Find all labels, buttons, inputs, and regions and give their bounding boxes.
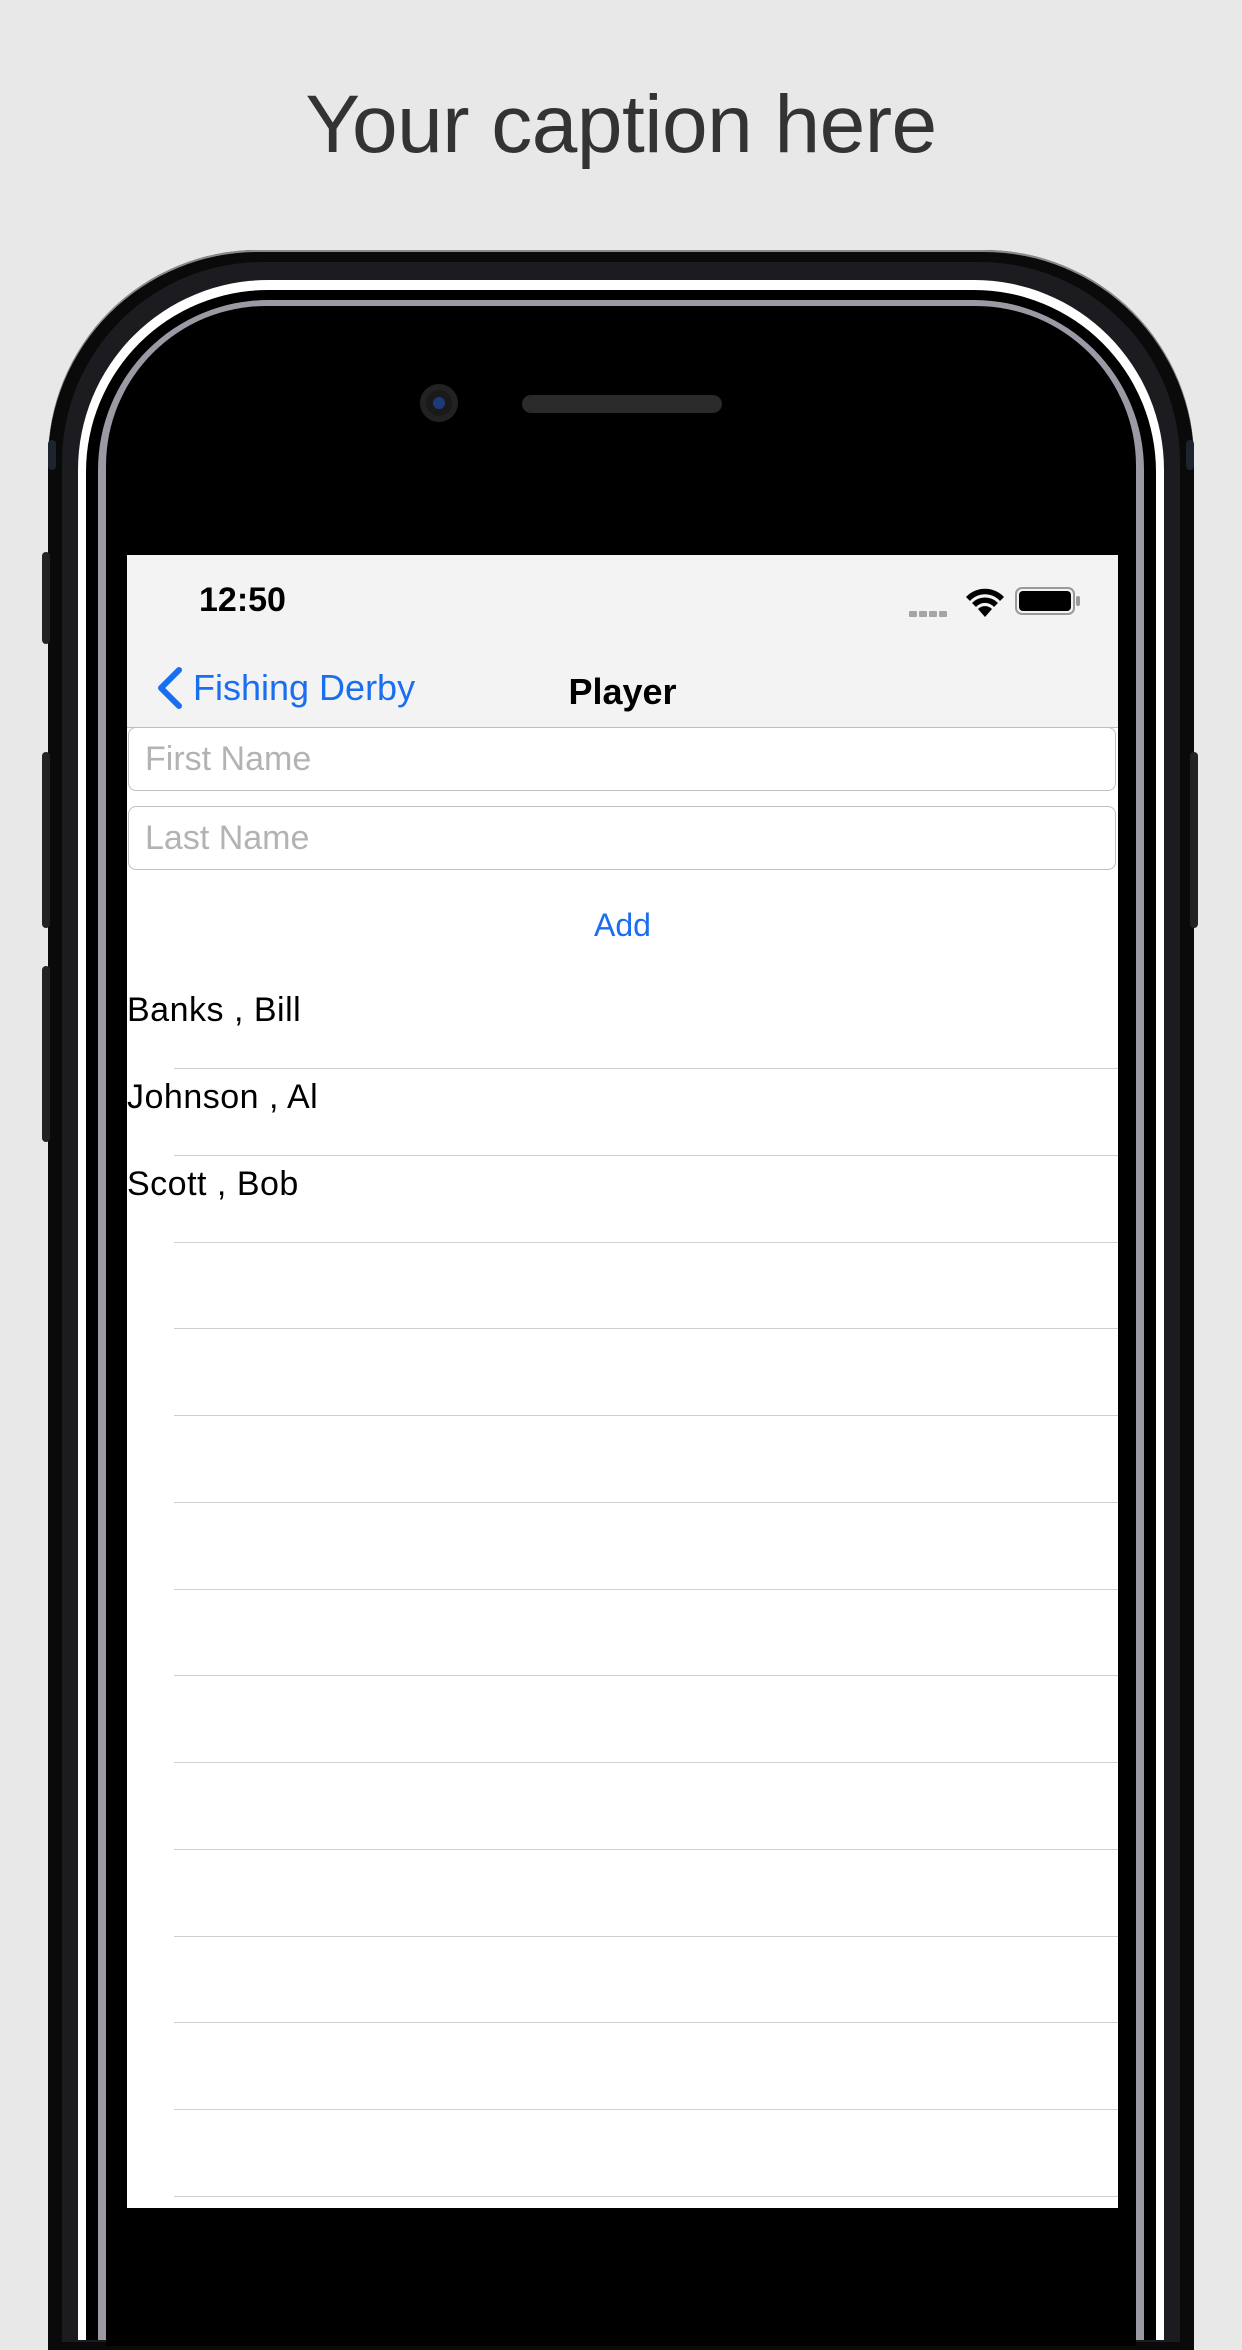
earpiece-speaker (522, 395, 722, 413)
volume-up-button (42, 752, 50, 928)
mute-switch (42, 552, 50, 644)
page-title: Player (568, 671, 677, 712)
list-item[interactable]: Banks , Bill (127, 967, 1118, 1054)
power-button (1190, 752, 1198, 928)
status-bar: 12:50 (127, 555, 1118, 645)
player-name: Johnson , Al (127, 1078, 319, 1116)
signal-icon (909, 604, 949, 622)
battery-icon (1015, 587, 1080, 615)
first-name-field[interactable] (128, 727, 1116, 791)
volume-down-button (42, 966, 50, 1142)
status-time: 12:50 (199, 581, 286, 619)
player-name: Scott , Bob (127, 1165, 299, 1203)
player-name: Banks , Bill (127, 991, 302, 1029)
front-camera (420, 384, 458, 422)
last-name-field[interactable] (128, 806, 1116, 870)
caption: Your caption here (305, 79, 937, 170)
wifi-icon (966, 588, 1004, 617)
add-button[interactable]: Add (127, 907, 1118, 944)
app-screen: 12:50 Fishing Derby Player Add Banks , B… (127, 555, 1118, 2208)
navigation-bar: Fishing Derby Player (127, 645, 1118, 728)
